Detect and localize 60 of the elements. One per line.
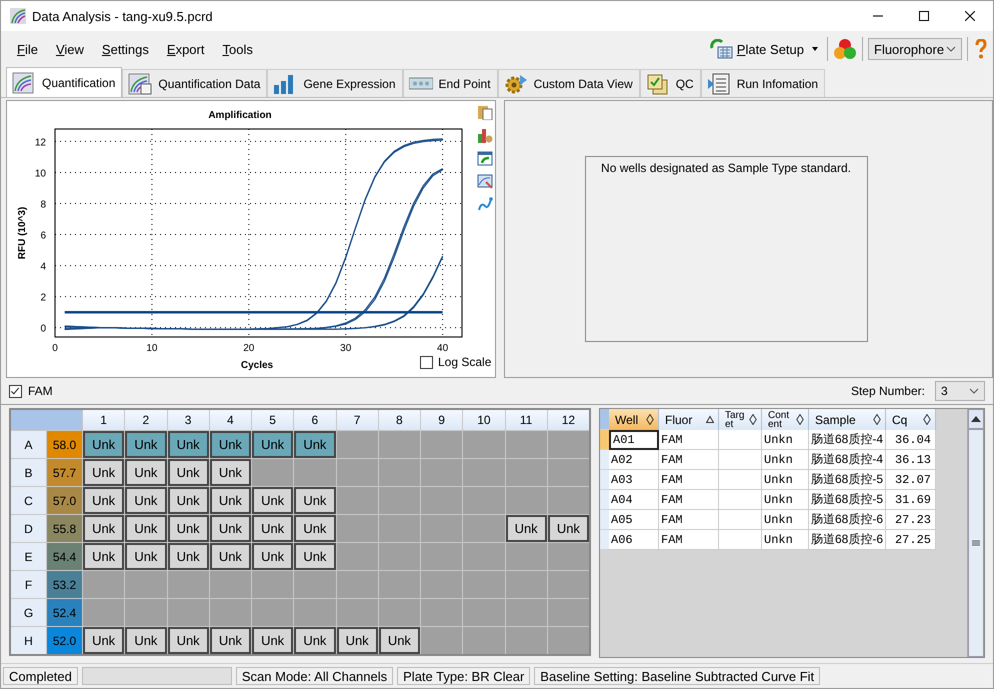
table-cell: A03 — [609, 470, 659, 490]
y-tick-label: 10 — [34, 168, 46, 180]
gradient-temperature: 55.8 — [47, 515, 82, 542]
table-cell: FAM — [659, 450, 719, 470]
gradient-temperature: 58.0 — [47, 431, 82, 458]
gradient-temperature: 52.4 — [47, 599, 82, 626]
y-tick-label: 0 — [40, 324, 46, 335]
y-tick-label: 2 — [40, 292, 46, 304]
y-tick-label: 8 — [40, 200, 46, 210]
table-cell: 肠道68质控-4 — [809, 430, 886, 450]
table-cell: Unkn — [762, 530, 809, 550]
table-cell: 肠道68质控-4 — [809, 450, 886, 470]
y-tick-label: 6 — [40, 230, 46, 242]
table-cell: Unkn — [762, 430, 809, 450]
status-text: Scan Mode: All Channels — [236, 667, 394, 685]
table-cell: 36.13 — [886, 450, 936, 470]
table-cell: Unkn — [762, 490, 809, 510]
table-cell: A06 — [609, 530, 659, 550]
no-standard-message: No wells designated as Sample Type standard. — [601, 161, 851, 177]
y-axis-label: RFU (10^3) — [17, 206, 28, 260]
window-title: Data Analysis - tang-xu9.5.pcrd — [32, 8, 213, 24]
table-cell: A05 — [609, 510, 659, 530]
x-tick-label: 10 — [146, 343, 158, 354]
table-cell: A04 — [609, 490, 659, 510]
x-tick-label: 30 — [340, 343, 352, 354]
table-cell: 31.69 — [886, 490, 936, 510]
table-cell: FAM — [659, 530, 719, 550]
gradient-temperature: 57.7 — [47, 459, 82, 486]
table-cell: 27.25 — [886, 530, 936, 550]
x-tick-label: 40 — [437, 343, 448, 354]
status-text: Completed — [3, 667, 78, 685]
table-cell: Unkn — [762, 450, 809, 470]
table-cell: 肠道68质控-6 — [809, 510, 886, 530]
gradient-temperature: 57.0 — [47, 487, 82, 514]
table-cell: A01 — [609, 430, 659, 450]
table-cell: 肠道68质控-5 — [809, 490, 886, 510]
step-number-label: Step Number: — [850, 384, 925, 398]
x-tick-label: 0 — [52, 343, 58, 354]
table-cell: FAM — [659, 490, 719, 510]
x-tick-label: 20 — [243, 343, 254, 354]
table-cell: 27.23 — [886, 510, 936, 530]
x-axis-label: Cycles — [240, 360, 274, 371]
table-cell: 32.07 — [886, 470, 936, 490]
table-cell: 肠道68质控-5 — [809, 470, 886, 490]
gradient-temperature: 52.0 — [47, 627, 82, 654]
table-cell: Unkn — [762, 510, 809, 530]
table-cell: A02 — [609, 450, 659, 470]
status-text: Plate Type: BR Clear — [397, 667, 530, 685]
table-cell: 肠道68质控-6 — [809, 530, 886, 550]
table-cell: Unkn — [762, 470, 809, 490]
table-cell: FAM — [659, 430, 719, 450]
table-cell: FAM — [659, 470, 719, 490]
table-cell: 36.04 — [886, 430, 936, 450]
chart-title: Amplification — [208, 110, 272, 121]
y-tick-label: 12 — [34, 137, 46, 148]
table-cell: FAM — [659, 510, 719, 530]
gradient-temperature: 53.2 — [47, 571, 82, 598]
status-text: Baseline Setting: Baseline Subtracted Curve Fit — [534, 667, 820, 685]
y-tick-label: 4 — [40, 262, 46, 273]
gradient-temperature: 54.4 — [47, 543, 82, 570]
